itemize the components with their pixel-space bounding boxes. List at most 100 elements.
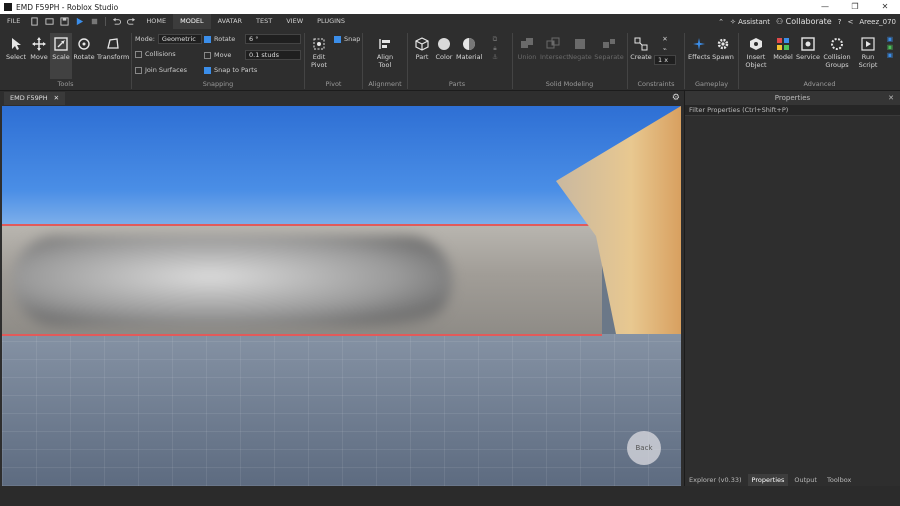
effects-button[interactable]: Effects [688,37,710,61]
service-button[interactable]: Service [795,37,821,61]
redo-icon[interactable] [127,17,136,26]
username[interactable]: Areez_070 [859,18,896,26]
undo-icon[interactable] [112,17,122,26]
negate-button[interactable]: Negate [568,37,592,61]
maximize-button[interactable]: ❐ [840,0,870,14]
pivot-snap-row[interactable]: Snap [334,35,360,43]
tab-view[interactable]: VIEW [279,14,310,29]
document-tab[interactable]: EMD F59PH ✕ [4,92,66,105]
constraint-options: ✕ ⌁ 1 x [654,35,676,65]
model-label: Model [773,53,793,61]
tab-home[interactable]: HOME [139,14,173,29]
part-button[interactable]: Part [412,37,432,61]
save-icon[interactable] [60,17,69,26]
model-button[interactable]: Model [772,37,794,61]
filter-properties-input[interactable]: Filter Properties (Ctrl+Shift+P) [685,105,900,116]
snap-to-parts-row[interactable]: Snap to Parts [204,66,257,74]
collisions-checkbox[interactable] [135,50,142,58]
group-icon[interactable]: ⧉ [493,35,498,43]
move-snap-checkbox[interactable] [204,51,211,59]
rotate-snap-checkbox[interactable] [204,35,211,43]
pivot-snap-checkbox[interactable] [334,35,341,43]
create-constraint-button[interactable]: Create [630,37,652,61]
tab-plugins[interactable]: PLUGINS [310,14,352,29]
rotate-tool-button[interactable]: Rotate [73,37,95,61]
plugin-icon[interactable]: ▣ [887,43,893,51]
show-constraints-icon[interactable]: ⌁ [663,45,667,53]
3d-viewport[interactable]: Back [2,106,681,486]
color-button[interactable]: Color [433,37,455,61]
tab-properties[interactable]: Properties [747,474,789,486]
union-button[interactable]: Union [516,37,538,61]
move-label: Move [30,53,48,61]
select-tool-button[interactable]: Select [5,37,27,61]
cursor-icon [12,38,21,50]
separate-icon [603,39,615,48]
collision-groups-button[interactable]: Collision Groups [822,37,852,69]
tab-model[interactable]: MODEL [173,14,211,29]
join-surfaces-checkbox[interactable] [135,66,142,74]
settings-gear-icon[interactable]: ⚙ [672,93,680,103]
collaborate-button[interactable]: ⚇ Collaborate [776,17,832,26]
panel-close-icon[interactable]: ✕ [888,91,894,105]
join-surfaces-row[interactable]: Join Surfaces [135,66,187,74]
open-file-icon[interactable] [45,17,54,26]
material-button[interactable]: Material [456,37,482,61]
color-label: Color [435,53,453,61]
stop-icon[interactable] [90,17,99,26]
edit-pivot-button[interactable]: Edit Pivot [307,37,331,69]
extra-tools[interactable]: ▣ ▣ ▣ [884,35,896,59]
share-icon[interactable]: < [847,18,853,26]
pivot-icon [313,38,325,50]
assistant-button[interactable]: ✧ Assistant [730,18,770,26]
file-menu[interactable]: FILE [0,14,27,29]
constraint-scale-input[interactable]: 1 x [654,55,676,65]
tab-explorer[interactable]: Explorer (v0.33) [685,474,746,486]
gameplay-group-label: Gameplay [694,80,729,88]
negate-label: Negate [568,53,592,61]
separate-button[interactable]: Separate [594,37,624,61]
help-icon[interactable]: ? [838,18,842,26]
back-button[interactable]: Back [627,431,661,465]
rotate-label: Rotate [73,53,95,61]
baseplate-floor[interactable] [2,334,681,486]
close-window-button[interactable]: ✕ [870,0,900,14]
selected-wall-part[interactable] [2,224,602,336]
run-script-button[interactable]: Run Script [856,37,880,69]
play-icon[interactable] [75,17,84,26]
run-script-icon [861,37,875,51]
close-tab-icon[interactable]: ✕ [54,92,59,105]
rotate-snap-input[interactable]: 6 ° [245,34,301,44]
weld-icon[interactable]: ✕ [662,35,667,43]
minimize-button[interactable]: — [810,0,840,14]
move-arrows-icon [32,37,46,51]
snap-to-parts-checkbox[interactable] [204,66,211,74]
collision-groups-label: Collision Groups [823,53,851,69]
anchor-icon[interactable]: ⚓︎ [492,53,498,61]
insert-object-button[interactable]: Insert Object [742,37,770,69]
intersect-icon [546,37,560,49]
collision-groups-icon [831,38,843,50]
transform-tool-button[interactable]: Transform [97,37,129,61]
new-file-icon[interactable] [30,17,39,26]
lock-icon[interactable]: 🔒︎ [493,44,496,52]
spawn-button[interactable]: Spawn [711,37,735,61]
intersect-button[interactable]: Intersect [540,37,569,61]
part-label: Part [415,53,429,61]
tab-toolbox[interactable]: Toolbox [823,474,855,486]
run-script-label: Run Script [858,53,878,69]
plugin-icon[interactable]: ▣ [887,35,893,43]
expand-icon[interactable]: ⌃ [718,18,724,26]
tab-avatar[interactable]: AVATAR [211,14,249,29]
mode-select[interactable]: Geometric [157,34,202,44]
group-lock-icons[interactable]: ⧉ 🔒︎ ⚓︎ [486,35,504,61]
move-tool-button[interactable]: Move [28,37,50,61]
scale-tool-button[interactable]: Scale [50,33,72,79]
tab-output[interactable]: Output [790,474,821,486]
collisions-row[interactable]: Collisions [135,50,176,58]
plugin-icon[interactable]: ▣ [887,51,893,59]
assistant-label: Assistant [738,17,770,26]
align-tool-button[interactable]: Align Tool [370,37,400,69]
move-snap-input[interactable]: 0.1 studs [245,50,301,60]
tab-test[interactable]: TEST [249,14,279,29]
